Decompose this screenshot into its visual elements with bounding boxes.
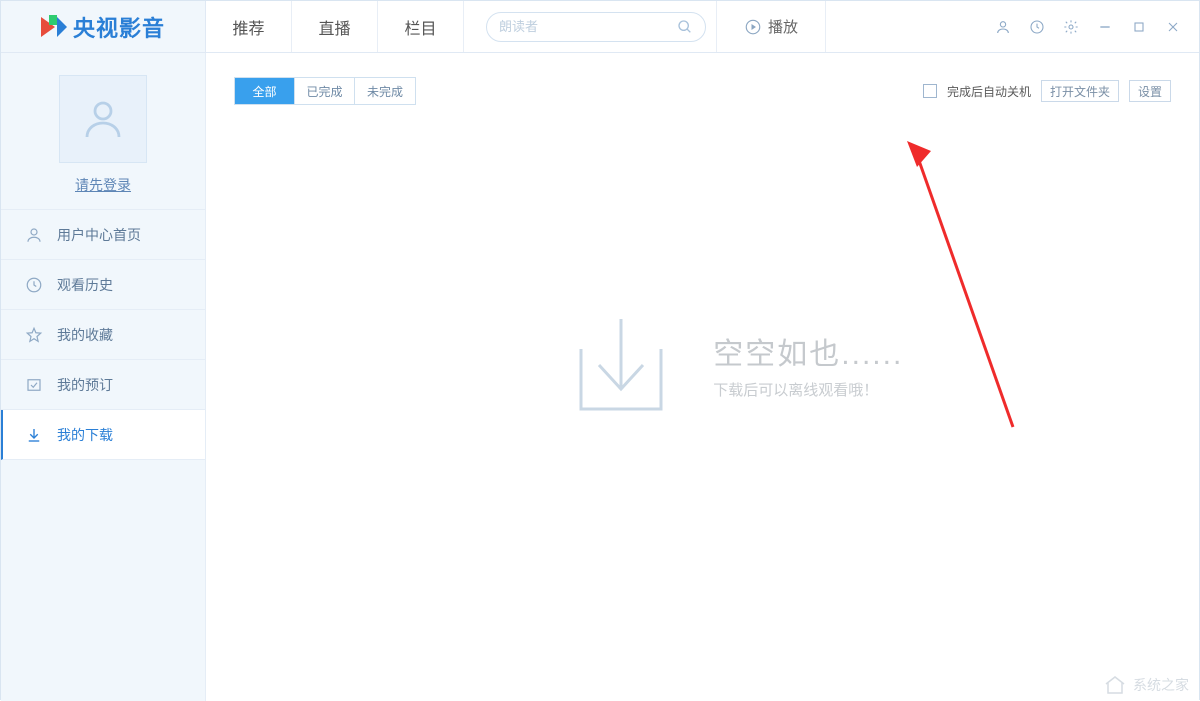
download-icon <box>25 426 43 444</box>
logo-icon <box>41 15 67 39</box>
empty-state: 空空如也...... 下载后可以离线观看哦！ <box>561 309 903 419</box>
house-icon <box>1103 673 1127 697</box>
message-icon[interactable] <box>1029 19 1045 35</box>
settings-icon[interactable] <box>1063 19 1079 35</box>
empty-title: 空空如也...... <box>713 329 903 373</box>
toolbar-right: 完成后自动关机 打开文件夹 设置 <box>923 80 1171 102</box>
shutdown-label: 完成后自动关机 <box>947 83 1031 100</box>
shutdown-checkbox[interactable] <box>923 84 937 98</box>
main-content: 全部 已完成 未完成 完成后自动关机 打开文件夹 设置 空空如也...... 下… <box>206 53 1199 701</box>
sidebar-item-favorites[interactable]: 我的收藏 <box>1 310 205 360</box>
sidebar-item-label: 观看历史 <box>57 275 113 295</box>
sidebar-item-history[interactable]: 观看历史 <box>1 260 205 310</box>
search-input[interactable] <box>499 19 677 34</box>
annotation-arrow-icon <box>903 137 1023 437</box>
sidebar: 请先登录 用户中心首页 观看历史 我的收藏 我的预订 我的下载 <box>1 53 206 701</box>
download-toolbar: 全部 已完成 未完成 完成后自动关机 打开文件夹 设置 <box>206 53 1199 105</box>
avatar-placeholder[interactable] <box>59 75 147 163</box>
open-folder-button[interactable]: 打开文件夹 <box>1041 80 1119 102</box>
search-icon[interactable] <box>677 19 693 35</box>
nav-tab-live[interactable]: 直播 <box>292 1 378 52</box>
top-bar: 央视影音 推荐 直播 栏目 播放 <box>1 1 1199 53</box>
close-button[interactable] <box>1165 19 1181 35</box>
history-icon <box>25 276 43 294</box>
sidebar-item-label: 用户中心首页 <box>57 225 141 245</box>
search-box[interactable] <box>486 12 706 42</box>
play-label: 播放 <box>768 16 798 37</box>
app-logo: 央视影音 <box>1 1 206 52</box>
sidebar-item-reservations[interactable]: 我的预订 <box>1 360 205 410</box>
window-controls <box>965 1 1199 52</box>
star-icon <box>25 326 43 344</box>
sidebar-item-label: 我的收藏 <box>57 325 113 345</box>
empty-subtitle: 下载后可以离线观看哦！ <box>713 379 903 400</box>
sidebar-item-label: 我的预订 <box>57 375 113 395</box>
watermark: 系统之家 <box>1103 673 1189 697</box>
sidebar-item-label: 我的下载 <box>57 425 113 445</box>
search-container <box>464 1 716 52</box>
app-title: 央视影音 <box>73 11 165 43</box>
sidebar-item-user-center[interactable]: 用户中心首页 <box>1 210 205 260</box>
user-icon[interactable] <box>995 19 1011 35</box>
avatar-icon <box>79 95 127 143</box>
nav-tab-columns[interactable]: 栏目 <box>378 1 464 52</box>
play-icon <box>744 18 762 36</box>
watermark-text: 系统之家 <box>1133 675 1189 695</box>
segment-completed[interactable]: 已完成 <box>295 78 355 104</box>
nav-tab-recommend[interactable]: 推荐 <box>206 1 292 52</box>
maximize-button[interactable] <box>1131 19 1147 35</box>
profile-block: 请先登录 <box>1 53 205 210</box>
segment-incomplete[interactable]: 未完成 <box>355 78 415 104</box>
minimize-button[interactable] <box>1097 19 1113 35</box>
sidebar-item-downloads[interactable]: 我的下载 <box>1 410 205 460</box>
download-empty-icon <box>561 309 681 419</box>
settings-button[interactable]: 设置 <box>1129 80 1171 102</box>
play-button[interactable]: 播放 <box>716 1 826 52</box>
user-icon <box>25 226 43 244</box>
nav-tabs: 推荐 直播 栏目 <box>206 1 464 52</box>
empty-text: 空空如也...... 下载后可以离线观看哦！ <box>713 329 903 400</box>
check-icon <box>25 376 43 394</box>
segment-group: 全部 已完成 未完成 <box>234 77 416 105</box>
login-link[interactable]: 请先登录 <box>75 177 131 193</box>
body: 请先登录 用户中心首页 观看历史 我的收藏 我的预订 我的下载 全部 已完成 <box>1 53 1199 701</box>
segment-all[interactable]: 全部 <box>235 78 295 104</box>
